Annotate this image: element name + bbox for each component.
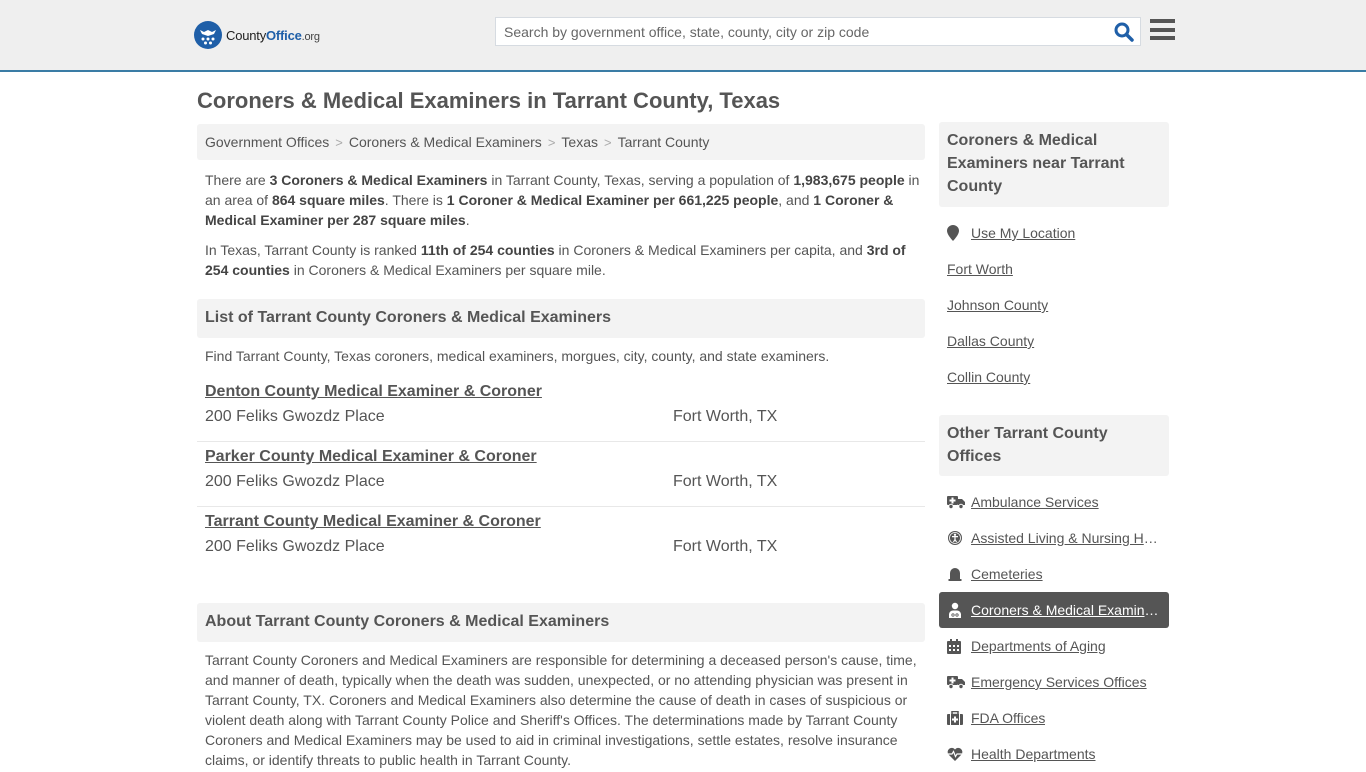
listing-address: 200 Feliks Gwozdz Place — [205, 538, 385, 555]
medical-kit-icon — [947, 710, 965, 726]
accessibility-icon — [947, 530, 965, 546]
nearby-link-johnson-county[interactable]: Johnson County — [947, 297, 1048, 313]
list-section-heading: List of Tarrant County Coroners & Medica… — [197, 299, 925, 338]
heartbeat-icon — [947, 746, 965, 762]
ambulance-icon — [947, 494, 965, 510]
page-title: Coroners & Medical Examiners in Tarrant … — [197, 88, 781, 113]
listing-name-link[interactable]: Tarrant County Medical Examiner & Corone… — [205, 513, 541, 531]
search-icon — [1114, 22, 1134, 42]
listing-city: Fort Worth, TX — [673, 538, 778, 555]
breadcrumb-separator: > — [603, 135, 612, 150]
sidebar-item-assisted-living[interactable]: Assisted Living & Nursing Homes — [939, 520, 1169, 556]
about-body: Tarrant County Coroners and Medical Exam… — [205, 652, 917, 768]
hamburger-menu-icon[interactable] — [1150, 19, 1175, 42]
listing-address: 200 Feliks Gwozdz Place — [205, 473, 385, 490]
map-marker-icon — [947, 225, 959, 241]
nearby-link-fort-worth[interactable]: Fort Worth — [947, 261, 1013, 277]
sidebar-item-fda-offices[interactable]: FDA Offices — [939, 700, 1169, 736]
breadcrumb-coroners[interactable]: Coroners & Medical Examiners — [349, 134, 542, 150]
listing-city: Fort Worth, TX — [673, 473, 778, 490]
listing-address: 200 Feliks Gwozdz Place — [205, 408, 385, 425]
sidebar-item-departments-of-aging[interactable]: Departments of Aging — [939, 628, 1169, 664]
listing-name-link[interactable]: Denton County Medical Examiner & Coroner — [205, 383, 542, 401]
sidebar-item-cemeteries[interactable]: Cemeteries — [939, 556, 1169, 592]
other-offices-heading: Other Tarrant County Offices — [939, 415, 1169, 476]
listing-row: Parker County Medical Examiner & Coroner… — [197, 442, 925, 507]
use-my-location-link[interactable]: Use My Location — [947, 225, 1075, 241]
top-header: CountyOffice.org — [0, 0, 1366, 72]
sidebar-item-ambulance-services[interactable]: Ambulance Services — [939, 484, 1169, 520]
listing-name-link[interactable]: Parker County Medical Examiner & Coroner — [205, 448, 537, 466]
intro-paragraph-ranking: In Texas, Tarrant County is ranked 11th … — [205, 242, 906, 278]
breadcrumb-texas[interactable]: Texas — [561, 134, 598, 150]
site-logo[interactable]: CountyOffice.org — [194, 21, 320, 49]
listing-row: Denton County Medical Examiner & Coroner… — [197, 377, 925, 442]
listing-city: Fort Worth, TX — [673, 408, 778, 425]
breadcrumb-separator: > — [335, 135, 343, 150]
intro-stats: There are 3 Coroners & Medical Examiners… — [205, 170, 920, 290]
sidebar-item-emergency-services[interactable]: Emergency Services Offices — [939, 664, 1169, 700]
eagle-stars-badge-icon — [194, 21, 222, 49]
nearby-heading: Coroners & Medical Examiners near Tarran… — [939, 122, 1169, 207]
sidebar-item-health-departments[interactable]: Health Departments — [939, 736, 1169, 772]
breadcrumb-tarrant-county[interactable]: Tarrant County — [618, 134, 710, 150]
sidebar-item-coroners-medical-examiners[interactable]: Coroners & Medical Examiners — [939, 592, 1169, 628]
tombstone-icon — [947, 566, 965, 582]
list-description: Find Tarrant County, Texas coroners, med… — [205, 348, 830, 364]
ambulance-icon — [947, 674, 965, 690]
intro-paragraph-population: There are 3 Coroners & Medical Examiners… — [205, 172, 920, 228]
breadcrumb: Government Offices > Coroners & Medical Ex… — [197, 124, 925, 160]
search-box — [495, 17, 1141, 46]
breadcrumb-separator: > — [547, 135, 556, 150]
nearby-link-collin-county[interactable]: Collin County — [947, 369, 1030, 385]
doctor-icon — [947, 602, 965, 618]
about-section-heading: About Tarrant County Coroners & Medical … — [197, 603, 925, 642]
listing-row: Tarrant County Medical Examiner & Corone… — [197, 507, 925, 572]
search-input[interactable] — [496, 18, 1106, 45]
nearby-link-dallas-county[interactable]: Dallas County — [947, 333, 1034, 349]
logo-text: CountyOffice.org — [226, 27, 320, 43]
calendar-icon — [947, 638, 965, 654]
breadcrumb-government-offices[interactable]: Government Offices — [205, 134, 329, 150]
search-button[interactable] — [1114, 22, 1134, 42]
